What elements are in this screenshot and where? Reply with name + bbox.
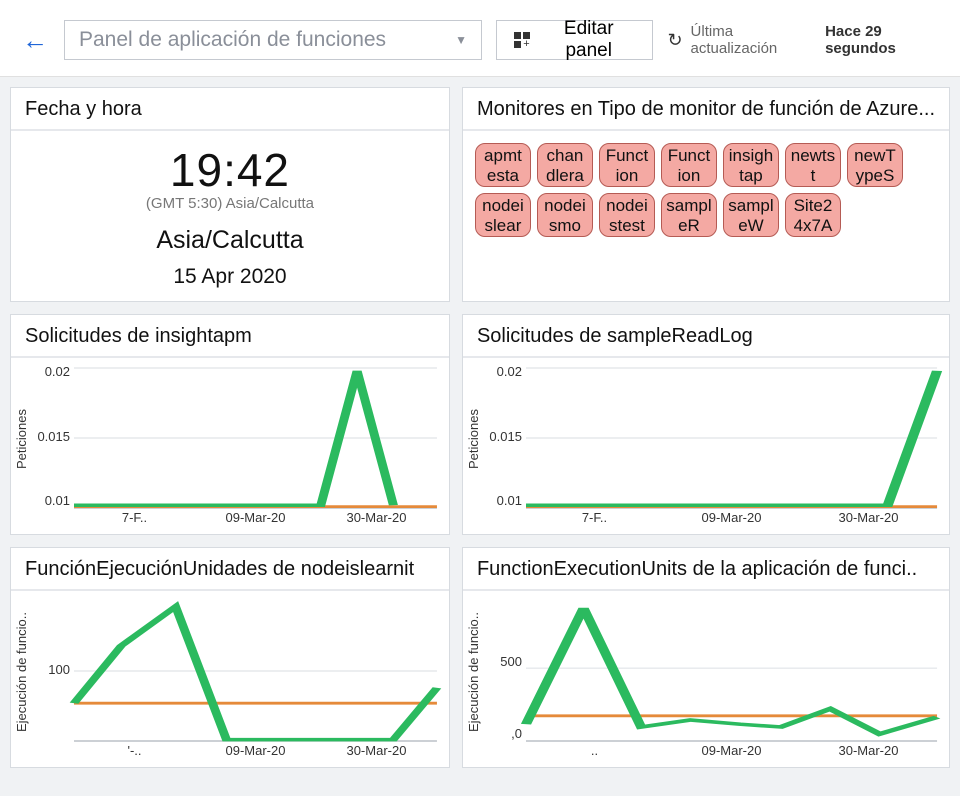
dashboard-grid: Fecha y hora 19:42 (GMT 5:30) Asia/Calcu… — [0, 77, 960, 778]
monitor-badge[interactable]: sampleW — [723, 193, 779, 237]
card-body: Ejecución de funcio.. 500 ,0 .. — [463, 591, 949, 767]
xtick: 09-Mar-20 — [195, 510, 316, 530]
card-chart-nodeislearnit: FunciónEjecuciónUnidades de nodeislearni… — [10, 547, 450, 768]
monitors-list: apmtestachandleraFunctionFunctioninsight… — [463, 131, 949, 249]
xtick: 30-Mar-20 — [800, 510, 937, 530]
refresh-button[interactable]: ↻ Última actualización Hace 29 segundos — [667, 23, 950, 57]
edit-panel-label: Editar panel — [541, 18, 636, 62]
monitor-badge[interactable]: nodeislear — [475, 193, 531, 237]
chevron-down-icon: ▼ — [455, 33, 467, 47]
chart-area: 0.02 0.015 0.01 7-F.. 09-Mar-20 — [482, 364, 941, 530]
ytick: ,0 — [482, 726, 522, 741]
chart-ylabel: Ejecución de funcio.. — [465, 597, 482, 747]
monitor-badge[interactable]: apmtesta — [475, 143, 531, 187]
xtick: '-.. — [74, 743, 195, 763]
monitor-badge[interactable]: Site24x7A — [785, 193, 841, 237]
card-title: Solicitudes de sampleReadLog — [463, 315, 949, 358]
xtick: 09-Mar-20 — [663, 743, 800, 763]
monitor-badge[interactable]: newTypeS — [847, 143, 903, 187]
xtick: 7-F.. — [74, 510, 195, 530]
xtick: 30-Mar-20 — [316, 510, 437, 530]
monitor-badge[interactable]: chandlera — [537, 143, 593, 187]
monitor-badge[interactable]: Function — [599, 143, 655, 187]
card-title: Solicitudes de insightapm — [11, 315, 449, 358]
panel-dropdown[interactable]: Panel de aplicación de funciones ▼ — [64, 20, 482, 60]
chart-yticks: 100 — [30, 597, 74, 741]
chart-area: 0.02 0.015 0.01 7-F.. 09-Mar-20 — [30, 364, 441, 530]
chart-xaxis: 7-F.. 09-Mar-20 30-Mar-20 — [74, 510, 437, 530]
xtick: 09-Mar-20 — [663, 510, 800, 530]
chart-plot — [526, 601, 937, 741]
chart-plot — [74, 368, 437, 508]
card-body: Ejecución de funcio.. 100 '-.. — [11, 591, 449, 767]
chart-area: 500 ,0 .. 09-Mar-20 30-Mar-20 — [482, 597, 941, 763]
monitor-badge[interactable]: insightap — [723, 143, 779, 187]
xtick: .. — [526, 743, 663, 763]
card-datetime: Fecha y hora 19:42 (GMT 5:30) Asia/Calcu… — [10, 87, 450, 302]
chart-xaxis: .. 09-Mar-20 30-Mar-20 — [526, 743, 937, 763]
refresh-label: Última actualización — [691, 23, 818, 57]
chart-ylabel: Peticiones — [13, 364, 30, 514]
chart-yticks: 0.02 0.015 0.01 — [30, 364, 74, 508]
xtick: 09-Mar-20 — [195, 743, 316, 763]
chart-plot — [526, 368, 937, 508]
monitor-badge[interactable]: newtst — [785, 143, 841, 187]
ytick: 0.02 — [30, 364, 70, 379]
clock-time: 19:42 — [23, 143, 437, 197]
chart-yticks: 0.02 0.015 0.01 — [482, 364, 526, 508]
ytick: 0.015 — [482, 429, 522, 444]
card-title: FunctionExecutionUnits de la aplicación … — [463, 548, 949, 591]
ytick: 100 — [30, 662, 70, 677]
chart-ylabel: Peticiones — [465, 364, 482, 514]
refresh-icon: ↻ — [667, 30, 682, 51]
card-chart-insightapm: Solicitudes de insightapm Peticiones 0.0… — [10, 314, 450, 535]
chart-area: 100 '-.. 09-Mar-20 30-Mar-20 — [30, 597, 441, 763]
card-chart-samplereadlog: Solicitudes de sampleReadLog Peticiones … — [462, 314, 950, 535]
card-body: 19:42 (GMT 5:30) Asia/Calcutta Asia/Calc… — [11, 131, 449, 301]
ytick: 0.01 — [30, 493, 70, 508]
card-title: Monitores en Tipo de monitor de función … — [463, 88, 949, 131]
clock-location: Asia/Calcutta — [23, 226, 437, 255]
edit-panel-icon: + — [513, 31, 531, 49]
ytick: 0.02 — [482, 364, 522, 379]
card-body: Peticiones 0.02 0.015 0.01 — [11, 358, 449, 534]
ytick: 0.015 — [30, 429, 70, 444]
card-title: Fecha y hora — [11, 88, 449, 131]
chart-yticks: 500 ,0 — [482, 597, 526, 741]
xtick: 7-F.. — [526, 510, 663, 530]
panel-dropdown-label: Panel de aplicación de funciones — [79, 28, 386, 52]
clock-tz: (GMT 5:30) Asia/Calcutta — [23, 195, 437, 212]
topbar: ← Panel de aplicación de funciones ▼ + E… — [0, 0, 960, 77]
card-chart-funcapp: FunctionExecutionUnits de la aplicación … — [462, 547, 950, 768]
xtick: 30-Mar-20 — [316, 743, 437, 763]
monitor-badge[interactable]: Function — [661, 143, 717, 187]
chart-xaxis: '-.. 09-Mar-20 30-Mar-20 — [74, 743, 437, 763]
ytick: 0.01 — [482, 493, 522, 508]
refresh-time: Hace 29 segundos — [825, 23, 950, 57]
card-title: FunciónEjecuciónUnidades de nodeislearni… — [11, 548, 449, 591]
chart-ylabel: Ejecución de funcio.. — [13, 597, 30, 747]
ytick: 500 — [482, 654, 522, 669]
monitor-badge[interactable]: nodeistest — [599, 193, 655, 237]
monitor-badge[interactable]: nodeismo — [537, 193, 593, 237]
edit-panel-button[interactable]: + Editar panel — [496, 20, 653, 60]
chart-plot — [74, 601, 437, 741]
clock-date: 15 Apr 2020 — [23, 265, 437, 289]
back-arrow-icon[interactable]: ← — [20, 25, 50, 56]
chart-xaxis: 7-F.. 09-Mar-20 30-Mar-20 — [526, 510, 937, 530]
card-monitors: Monitores en Tipo de monitor de función … — [462, 87, 950, 302]
xtick: 30-Mar-20 — [800, 743, 937, 763]
card-body: Peticiones 0.02 0.015 0.01 — [463, 358, 949, 534]
monitor-badge[interactable]: sampleR — [661, 193, 717, 237]
svg-text:+: + — [523, 38, 529, 49]
